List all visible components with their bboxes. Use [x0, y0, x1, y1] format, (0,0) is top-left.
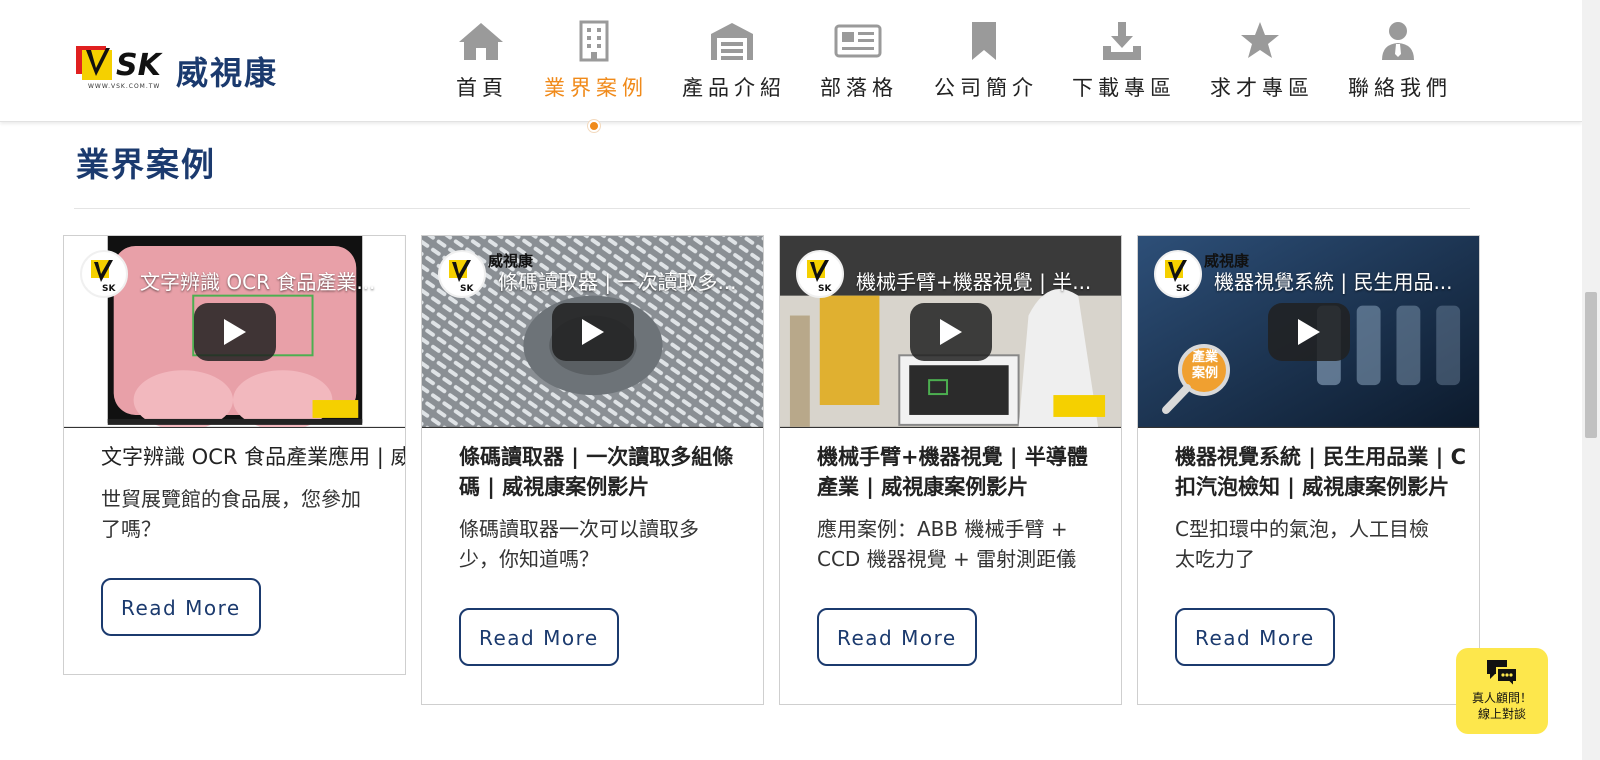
- case-card: SK 威視康 機器視覺系統 | 民生用品... 產業 案例 機器視覺系統 | 民…: [1137, 235, 1480, 705]
- live-chat-widget[interactable]: 真人顧問！ 線上對談: [1456, 648, 1548, 734]
- logo-url-text: WWW.VSK.COM.TW: [88, 83, 161, 90]
- channel-avatar[interactable]: SK: [438, 250, 486, 298]
- read-more-button[interactable]: Read More: [817, 608, 977, 666]
- nav-item-home[interactable]: 首頁: [456, 20, 506, 110]
- card-heading[interactable]: 機器視覺系統 | 民生用品業 | C 扣汽泡檢知 | 威視康案例影片: [1175, 442, 1466, 502]
- case-card: SK 威視康 條碼讀取器 | 一次讀取多... 條碼讀取器 | 一次讀取多組條 …: [421, 235, 764, 705]
- card-description: 應用案例：ABB 機械手臂 + CCD 機器視覺 + 雷射測距儀: [817, 517, 1077, 571]
- warehouse-icon: [711, 23, 753, 60]
- nav-item-blog[interactable]: 部落格: [820, 20, 896, 110]
- nav-item-about[interactable]: 公司簡介: [934, 20, 1034, 110]
- video-title[interactable]: 機械手臂+機器視覺 | 半...: [856, 266, 1091, 295]
- play-icon: [939, 319, 962, 345]
- section-title: 業界案例: [76, 145, 216, 184]
- card-body: 文字辨識 OCR 食品產業應用 | 威 世貿展覽館的食品展，您參加 了嗎？ Re…: [64, 428, 405, 674]
- channel-avatar[interactable]: SK: [1154, 250, 1202, 298]
- nav-label: 下載專區: [1072, 76, 1176, 100]
- nav-label: 公司簡介: [934, 76, 1038, 100]
- case-card: SK 文字辨識 OCR 食品產業... 文字辨識 OCR 食品產業應用 | 威 …: [63, 235, 406, 675]
- site-header: SK WWW.VSK.COM.TW 威視康 首頁 業界案例 產品介紹 部落格 公…: [0, 0, 1582, 122]
- play-button[interactable]: [551, 303, 634, 361]
- play-icon: [1297, 319, 1320, 345]
- nav-item-download[interactable]: 下載專區: [1072, 20, 1172, 110]
- play-button[interactable]: [193, 303, 276, 361]
- card-description: 條碼讀取器一次可以讀取多 少，你知道嗎？: [459, 517, 699, 571]
- person-icon: [1382, 22, 1414, 60]
- nav-label: 聯絡我們: [1348, 76, 1452, 100]
- card-body: 機械手臂+機器視覺 | 半導體 產業 | 威視康案例影片 應用案例：ABB 機械…: [780, 428, 1121, 704]
- nav-label: 業界案例: [544, 76, 648, 100]
- newspaper-icon: [834, 24, 882, 58]
- bookmark-icon: [972, 22, 996, 60]
- avatar-sk-text: SK: [460, 284, 474, 294]
- card-body: 條碼讀取器 | 一次讀取多組條 碼 | 威視康案例影片 條碼讀取器一次可以讀取多…: [422, 428, 763, 704]
- nav-label: 求才專區: [1210, 76, 1314, 100]
- home-icon: [459, 23, 503, 60]
- section-divider: [74, 208, 1470, 209]
- nav-item-careers[interactable]: 求才專區: [1210, 20, 1310, 110]
- play-icon: [223, 319, 246, 345]
- active-nav-indicator: [588, 120, 600, 132]
- read-more-button[interactable]: Read More: [101, 578, 261, 636]
- card-heading[interactable]: 條碼讀取器 | 一次讀取多組條 碼 | 威視康案例影片: [459, 442, 743, 502]
- avatar-sk-text: SK: [1176, 284, 1190, 294]
- video-thumbnail[interactable]: SK 文字辨識 OCR 食品產業...: [64, 236, 405, 428]
- video-thumbnail[interactable]: SK 威視康 機器視覺系統 | 民生用品... 產業 案例: [1138, 236, 1479, 428]
- magnifier-badge: 產業 案例: [1160, 340, 1236, 416]
- badge-text: 產業 案例: [1191, 350, 1218, 381]
- nav-item-contact[interactable]: 聯絡我們: [1348, 20, 1448, 110]
- read-more-button[interactable]: Read More: [459, 608, 619, 666]
- vsk-v-logo-icon: [91, 260, 113, 282]
- avatar-sk-text: SK: [818, 284, 832, 294]
- read-more-button[interactable]: Read More: [1175, 608, 1335, 666]
- video-thumbnail[interactable]: SK 威視康 條碼讀取器 | 一次讀取多...: [422, 236, 763, 428]
- channel-avatar[interactable]: SK: [80, 250, 128, 298]
- download-icon: [1103, 22, 1141, 60]
- video-title[interactable]: 機器視覺系統 | 民生用品...: [1214, 266, 1453, 295]
- card-description: 世貿展覽館的食品展，您參加 了嗎？: [101, 487, 361, 541]
- logo-sk-text: SK: [116, 48, 161, 83]
- nav-label: 首頁: [456, 76, 508, 100]
- building-icon: [579, 20, 609, 62]
- video-title[interactable]: 條碼讀取器 | 一次讀取多...: [498, 266, 737, 295]
- scrollbar-thumb[interactable]: [1585, 292, 1597, 438]
- vsk-v-logo-icon: [449, 260, 471, 282]
- chat-label: 真人顧問！ 線上對談: [1471, 691, 1532, 721]
- video-title[interactable]: 文字辨識 OCR 食品產業...: [140, 266, 375, 295]
- nav-item-cases[interactable]: 業界案例: [544, 20, 644, 110]
- card-body: 機器視覺系統 | 民生用品業 | C 扣汽泡檢知 | 威視康案例影片 C型扣環中…: [1138, 428, 1479, 704]
- chat-bubbles-icon: [1487, 660, 1518, 688]
- brand-name: 威視康: [176, 54, 279, 92]
- card-heading[interactable]: 文字辨識 OCR 食品產業應用 | 威: [101, 442, 405, 472]
- nav-label: 部落格: [820, 76, 898, 100]
- vsk-v-logo-icon: [807, 260, 829, 282]
- avatar-sk-text: SK: [102, 284, 116, 294]
- channel-avatar[interactable]: SK: [796, 250, 844, 298]
- play-icon: [581, 319, 604, 345]
- vsk-v-logo-icon: [1165, 260, 1187, 282]
- video-thumbnail[interactable]: SK 機械手臂+機器視覺 | 半...: [780, 236, 1121, 428]
- play-button[interactable]: [1267, 303, 1350, 361]
- star-icon: [1241, 22, 1279, 58]
- case-card: SK 機械手臂+機器視覺 | 半... 機械手臂+機器視覺 | 半導體 產業 |…: [779, 235, 1122, 705]
- card-description: C型扣環中的氣泡，人工目檢 太吃力了: [1175, 517, 1429, 571]
- nav-item-products[interactable]: 產品介紹: [682, 20, 782, 110]
- vsk-logo[interactable]: SK WWW.VSK.COM.TW 威視康: [76, 46, 286, 92]
- nav-label: 產品介紹: [682, 76, 786, 100]
- play-button[interactable]: [909, 303, 992, 361]
- card-heading[interactable]: 機械手臂+機器視覺 | 半導體 產業 | 威視康案例影片: [817, 442, 1101, 502]
